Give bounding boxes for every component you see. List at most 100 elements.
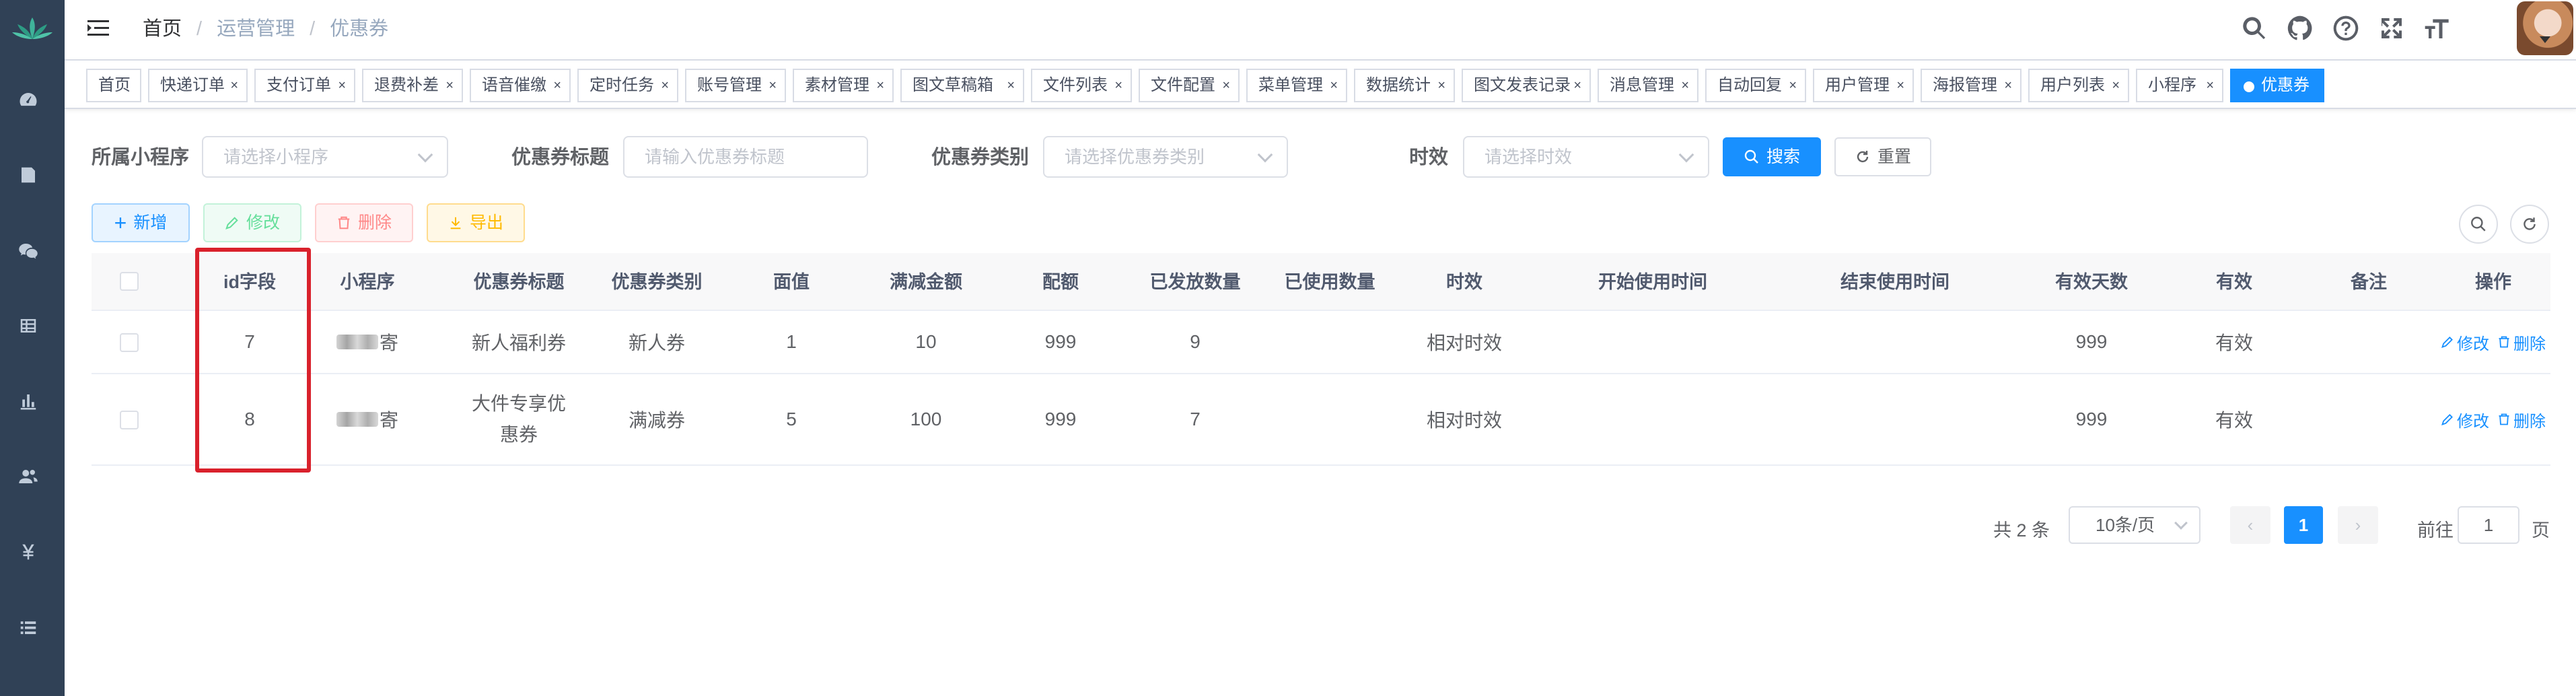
search-icon[interactable] — [2241, 15, 2268, 42]
close-icon[interactable]: × — [1573, 70, 1581, 101]
col-valid[interactable]: 有效 — [2167, 253, 2301, 311]
close-icon[interactable]: × — [1896, 70, 1904, 101]
delete-button[interactable]: 删除 — [315, 203, 413, 242]
close-icon[interactable]: × — [338, 70, 346, 101]
row-checkbox[interactable] — [120, 411, 139, 429]
table-row[interactable]: 7 寄 新人福利券 新人券 1 10 999 9 相对时效 999 有效 修改 … — [92, 311, 2550, 374]
help-icon[interactable] — [2332, 15, 2359, 42]
col-face-value[interactable]: 面值 — [724, 253, 859, 311]
tag-item[interactable]: 数据统计 × — [1354, 69, 1455, 102]
tag-item[interactable]: 素材管理 × — [793, 69, 894, 102]
close-icon[interactable]: × — [445, 70, 454, 101]
next-page-button[interactable]: › — [2338, 506, 2378, 544]
edit-button[interactable]: 修改 — [203, 203, 301, 242]
tag-item[interactable]: 海报管理 × — [1921, 69, 2022, 102]
close-icon[interactable]: × — [2004, 70, 2012, 101]
search-button[interactable]: 搜索 — [1723, 137, 1821, 176]
row-edit-link[interactable]: 修改 — [2441, 330, 2489, 354]
caret-down-icon[interactable] — [2540, 36, 2550, 43]
document-icon[interactable] — [16, 163, 40, 187]
close-icon[interactable]: × — [1330, 70, 1338, 101]
col-issued[interactable]: 已发放数量 — [1128, 253, 1262, 311]
goto-page-input[interactable]: 1 — [2458, 506, 2519, 544]
users-icon[interactable] — [16, 464, 40, 489]
row-checkbox[interactable] — [120, 333, 139, 352]
export-button[interactable]: 导出 — [427, 203, 525, 242]
chart-icon[interactable] — [16, 389, 40, 413]
col-title[interactable]: 优惠券标题 — [448, 253, 589, 311]
col-threshold[interactable]: 满减金额 — [859, 253, 993, 311]
tag-item[interactable]: 用户管理 × — [1813, 69, 1914, 102]
tag-item[interactable]: 消息管理 × — [1598, 69, 1698, 102]
fullscreen-icon[interactable] — [2378, 15, 2405, 42]
col-days[interactable]: 有效天数 — [2016, 253, 2167, 311]
tag-item[interactable]: 语音催缴 × — [470, 69, 571, 102]
validity-select[interactable]: 请选择时效 — [1463, 136, 1709, 178]
close-icon[interactable]: × — [768, 70, 777, 101]
list-icon[interactable] — [16, 615, 40, 639]
table-row[interactable]: 8 寄 大件专享优惠券 满减券 5 100 999 7 相对时效 999 有效 … — [92, 374, 2550, 466]
dashboard-icon[interactable] — [16, 88, 40, 112]
col-type[interactable]: 优惠券类别 — [589, 253, 724, 311]
col-end-time[interactable]: 结束使用时间 — [1774, 253, 2016, 311]
page-size-select[interactable]: 10条/页 — [2069, 506, 2201, 544]
row-delete-label: 删除 — [2513, 412, 2546, 431]
hamburger-icon[interactable] — [86, 16, 110, 40]
tag-item[interactable]: 首页 — [86, 69, 141, 102]
type-select[interactable]: 请选择优惠券类别 — [1043, 136, 1288, 178]
tag-item[interactable]: 账号管理 × — [685, 69, 786, 102]
add-button[interactable]: + 新增 — [92, 203, 190, 242]
tag-item[interactable]: 用户列表 × — [2028, 69, 2129, 102]
close-icon[interactable]: × — [876, 70, 884, 101]
row-delete-link[interactable]: 删除 — [2497, 408, 2546, 431]
tag-item[interactable]: 菜单管理 × — [1246, 69, 1347, 102]
tag-item[interactable]: 快递订单 × — [148, 69, 248, 102]
miniapp-select[interactable]: 请选择小程序 — [202, 136, 448, 178]
chevron-down-icon — [2174, 516, 2188, 530]
refresh-button[interactable] — [2510, 205, 2549, 244]
reset-button[interactable]: 重置 — [1834, 137, 1931, 176]
tag-item[interactable]: 自动回复 × — [1705, 69, 1806, 102]
page-number-current[interactable]: 1 — [2284, 506, 2323, 544]
tag-item[interactable]: 定时任务 × — [577, 69, 678, 102]
tag-item[interactable]: 退费补差 × — [362, 69, 463, 102]
close-icon[interactable]: × — [2206, 70, 2214, 101]
col-remark[interactable]: 备注 — [2301, 253, 2436, 311]
close-icon[interactable]: × — [553, 70, 561, 101]
github-icon[interactable] — [2287, 15, 2314, 42]
col-used[interactable]: 已使用数量 — [1262, 253, 1397, 311]
col-quota[interactable]: 配额 — [993, 253, 1128, 311]
col-validity[interactable]: 时效 — [1397, 253, 1532, 311]
tag-item[interactable]: 支付订单 × — [254, 69, 355, 102]
close-icon[interactable]: × — [1222, 70, 1230, 101]
col-miniapp[interactable]: 小程序 — [314, 253, 421, 311]
close-icon[interactable]: × — [230, 70, 238, 101]
tag-item[interactable]: 文件配置 × — [1139, 69, 1240, 102]
prev-page-button[interactable]: ‹ — [2230, 506, 2270, 544]
close-icon[interactable]: × — [2112, 70, 2120, 101]
font-size-icon[interactable] — [2424, 15, 2451, 42]
title-input[interactable]: 请输入优惠券标题 — [623, 136, 868, 178]
yen-icon[interactable] — [16, 540, 40, 564]
plus-icon: + — [114, 211, 127, 235]
tag-item[interactable]: 优惠券 — [2230, 69, 2324, 102]
toggle-search-button[interactable] — [2459, 205, 2498, 244]
close-icon[interactable]: × — [1789, 70, 1797, 101]
close-icon[interactable]: × — [1437, 70, 1445, 101]
tag-item[interactable]: 文件列表 × — [1031, 69, 1132, 102]
tag-item[interactable]: 图文草稿箱 × — [900, 69, 1024, 102]
wechat-icon[interactable] — [16, 238, 40, 263]
col-start-time[interactable]: 开始使用时间 — [1532, 253, 1774, 311]
avatar[interactable] — [2517, 1, 2573, 55]
close-icon[interactable]: × — [1681, 70, 1689, 101]
row-delete-link[interactable]: 删除 — [2497, 330, 2546, 354]
row-edit-link[interactable]: 修改 — [2441, 408, 2489, 431]
close-icon[interactable]: × — [1007, 70, 1015, 101]
grid-icon[interactable] — [16, 314, 40, 338]
breadcrumb-home[interactable]: 首页 — [143, 17, 182, 41]
close-icon[interactable]: × — [661, 70, 669, 101]
select-all-checkbox[interactable] — [120, 272, 139, 291]
tag-item[interactable]: 小程序 × — [2136, 69, 2223, 102]
tag-item[interactable]: 图文发表记录 × — [1462, 69, 1591, 102]
close-icon[interactable]: × — [1114, 70, 1122, 101]
